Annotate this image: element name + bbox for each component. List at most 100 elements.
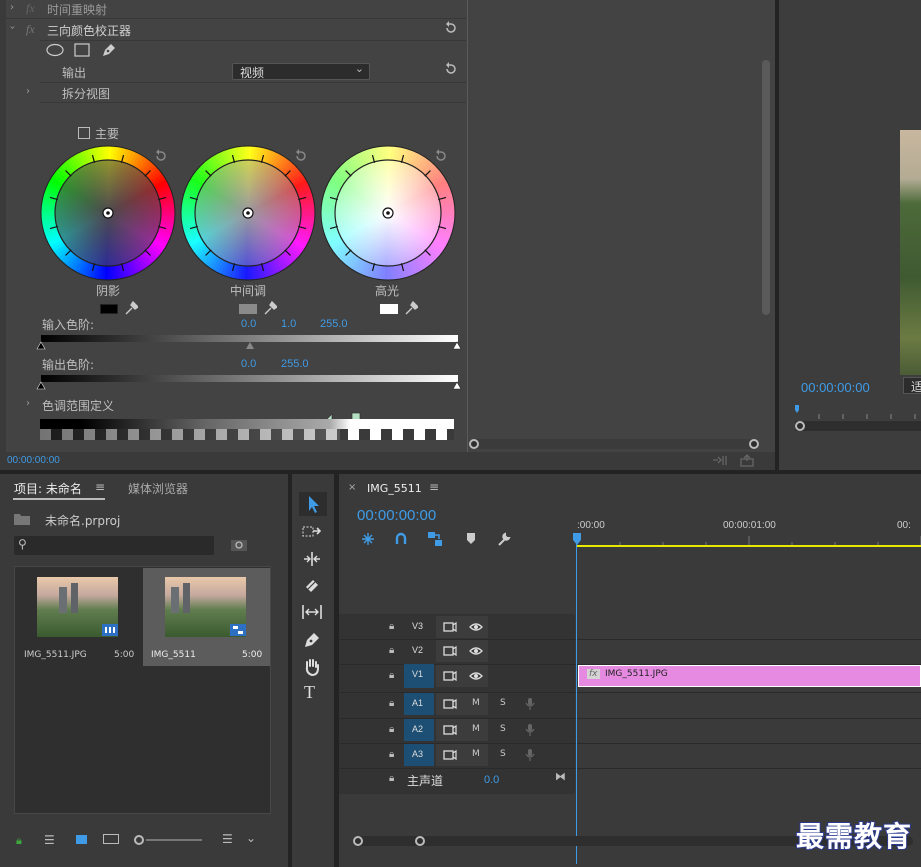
eye-icon[interactable] [469,671,483,681]
input-black-value[interactable]: 0.0 [241,318,256,330]
toggle-sync-icon[interactable] [443,724,457,736]
input-gray-value[interactable]: 1.0 [281,318,296,330]
output-select[interactable]: 视频 ⌄ [232,62,370,80]
add-marker-icon[interactable] [466,532,476,545]
shadow-reset-icon[interactable] [154,149,168,163]
nest-toggle-icon[interactable] [360,532,376,546]
microphone-icon[interactable] [525,748,535,762]
shadow-wheel[interactable] [40,145,176,281]
mute-button[interactable]: M [472,724,480,734]
zoom-slider[interactable] [134,835,204,845]
track-target[interactable]: V3 [404,616,434,638]
expand-chevron-icon[interactable]: › [26,398,30,409]
effect-hscroll-track[interactable] [471,439,756,449]
list-view-icon[interactable]: ☰ [44,833,55,847]
program-timecode[interactable]: 00:00:00:00 [801,380,870,395]
input-white-value[interactable]: 255.0 [320,318,348,330]
playhead-line[interactable] [576,534,577,864]
selection-tool-icon[interactable] [299,492,327,516]
lock-icon[interactable]: 🔒︎ [389,670,394,681]
solo-button[interactable]: S [500,724,506,734]
timeline-timecode[interactable]: 00:00:00:00 [357,507,436,524]
effect-vscroll[interactable] [762,60,770,315]
highlight-wheel[interactable] [320,145,456,281]
solo-button[interactable]: S [500,749,506,759]
track-target[interactable]: A2 [404,719,434,741]
output-levels-sliders[interactable] [36,381,464,390]
new-search-bin-icon[interactable] [230,537,248,553]
tab-sequence[interactable]: IMG_5511 [367,482,422,495]
lock-icon[interactable]: 🔒︎ [16,834,22,848]
eyedropper-icon[interactable] [124,300,138,316]
icon-view-icon[interactable] [76,835,87,844]
scroll-handle-right[interactable] [415,836,425,846]
fit-select[interactable]: 适 [903,377,921,394]
eyedropper-icon[interactable] [404,300,418,316]
pen-tool-icon[interactable] [302,630,322,650]
project-item-selected[interactable]: IMG_5511 5:00 [143,568,270,666]
close-tab-icon[interactable]: × [348,482,356,493]
effect-controls-timecode[interactable]: 00:00:00:00 [7,455,60,466]
hand-tool-icon[interactable] [302,657,322,677]
lock-icon[interactable]: 🔒︎ [389,698,394,709]
expand-chevron-icon[interactable]: › [26,86,30,97]
scroll-handle-left[interactable] [469,439,479,449]
expand-chevron-icon[interactable]: › [10,2,14,13]
panel-menu-icon[interactable]: ≡ [95,480,105,494]
video-track-header[interactable]: 🔒︎ V1 [339,664,575,688]
wrench-icon[interactable] [496,531,512,547]
track-select-tool-icon[interactable] [301,524,323,540]
ripple-edit-tool-icon[interactable] [301,551,323,567]
mute-button[interactable]: M [472,749,480,759]
tab-project[interactable]: 项目: 未命名 [14,480,82,497]
master-checkbox[interactable] [78,127,90,139]
rectangle-mask-icon[interactable] [73,42,91,58]
freeform-view-icon[interactable] [103,834,119,844]
video-track-header[interactable]: 🔒︎ V3 [339,616,575,638]
program-hscroll[interactable] [795,421,921,431]
snap-icon[interactable] [394,532,408,546]
master-volume-value[interactable]: 0.0 [484,774,499,786]
export-icon[interactable] [740,454,755,467]
scroll-handle-left[interactable] [353,836,363,846]
filter-clip-icon[interactable] [712,454,728,467]
project-item[interactable]: IMG_5511.JPG 5:00 [16,568,142,666]
toggle-sync-icon[interactable] [443,749,457,761]
microphone-icon[interactable] [525,697,535,711]
midtone-wheel[interactable] [180,145,316,281]
lock-icon[interactable]: 🔒︎ [389,773,394,784]
track-target[interactable]: V1 [404,664,434,688]
panel-menu-icon[interactable]: ≡ [429,480,439,494]
program-scroll-handle[interactable] [795,421,805,431]
toggle-sync-icon[interactable] [443,670,457,682]
highlight-swatch[interactable] [380,304,398,314]
midtone-reset-icon[interactable] [294,149,308,163]
lock-icon[interactable]: 🔒︎ [389,645,394,656]
eye-icon[interactable] [469,622,483,632]
fx-badge-icon[interactable]: fx [26,1,35,16]
toggle-sync-icon[interactable] [443,698,457,710]
eyedropper-icon[interactable] [263,300,277,316]
reset-icon[interactable] [444,21,458,35]
track-target[interactable]: A1 [404,693,434,715]
slip-tool-icon[interactable] [301,604,323,620]
ellipse-mask-icon[interactable] [45,43,65,57]
wheels-group[interactable] [40,145,456,281]
collapse-chevron-icon[interactable]: › [7,26,18,30]
scroll-handle-right[interactable] [749,439,759,449]
video-clip[interactable]: fx IMG_5511.JPG [578,665,921,687]
fx-badge-icon[interactable]: fx [26,22,35,37]
chevron-down-icon[interactable]: ⌄ [246,831,256,845]
audio-track-header[interactable]: 🔒︎ A2 M S [339,719,575,741]
midtone-swatch[interactable] [239,304,257,314]
type-tool-icon[interactable]: T [304,682,315,703]
linked-selection-icon[interactable] [427,531,443,547]
pen-mask-icon[interactable] [100,41,118,59]
eye-icon[interactable] [469,646,483,656]
video-track-header[interactable]: 🔒︎ V2 [339,640,575,662]
zoom-slider-handle[interactable] [134,835,144,845]
reset-icon[interactable] [444,62,458,76]
audio-track-header[interactable]: 🔒︎ A1 M S [339,693,575,715]
track-target[interactable]: A3 [404,744,434,766]
search-input[interactable]: ⚲ [14,536,214,555]
